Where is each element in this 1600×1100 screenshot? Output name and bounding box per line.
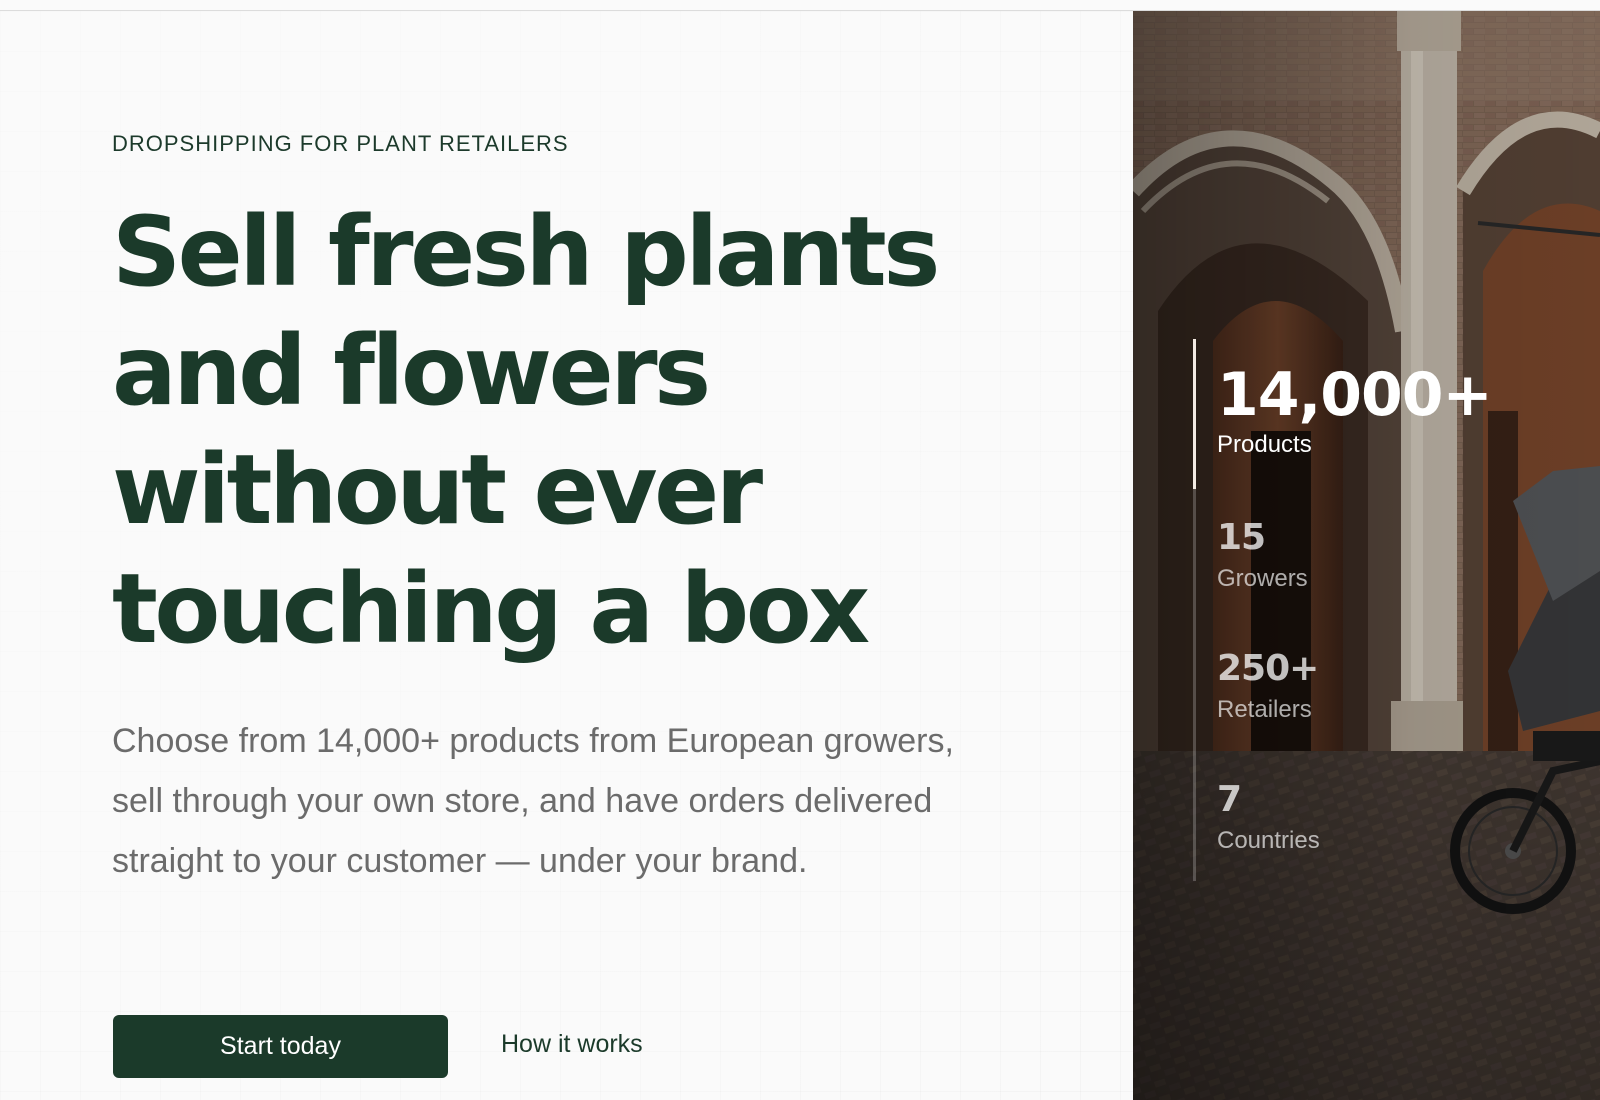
start-today-button[interactable]: Start today [113,1015,448,1078]
landing-page: DROPSHIPPING FOR PLANT RETAILERS Sell fr… [0,0,1600,1100]
stat-label: Retailers [1217,696,1312,723]
stat-retailers[interactable]: 250+ Retailers [1217,648,1319,724]
stat-label: Growers [1217,565,1308,592]
hero-eyebrow: DROPSHIPPING FOR PLANT RETAILERS [112,131,569,156]
hero-image-panel: 14,000+ Products 15 Growers 250+ Retaile… [1133,11,1600,1100]
stat-label: Products [1217,431,1312,458]
stat-products[interactable]: 14,000+ Products [1217,360,1493,459]
stat-value: 250+ [1217,648,1319,689]
how-it-works-link[interactable]: How it works [501,1030,643,1059]
hero-subtext: Choose from 14,000+ products from Europe… [112,722,954,880]
headline-line: touching a box [112,553,870,665]
headline-line: Sell fresh plants [112,196,940,308]
stats-progress-active [1193,339,1196,489]
headline-line: and flowers [112,315,711,427]
hero-headline: Sell fresh plants and flowers without ev… [112,193,1092,669]
stat-countries[interactable]: 7 Countries [1217,779,1320,855]
stat-value: 15 [1217,517,1266,558]
stat-growers[interactable]: 15 Growers [1217,517,1308,593]
stat-value: 7 [1217,779,1242,820]
stat-label: Countries [1217,827,1320,854]
hero-content: DROPSHIPPING FOR PLANT RETAILERS Sell fr… [0,11,1133,1100]
church-archway-photo [1133,11,1600,1100]
stat-value: 14,000+ [1217,360,1493,430]
headline-line: without ever [112,434,763,546]
